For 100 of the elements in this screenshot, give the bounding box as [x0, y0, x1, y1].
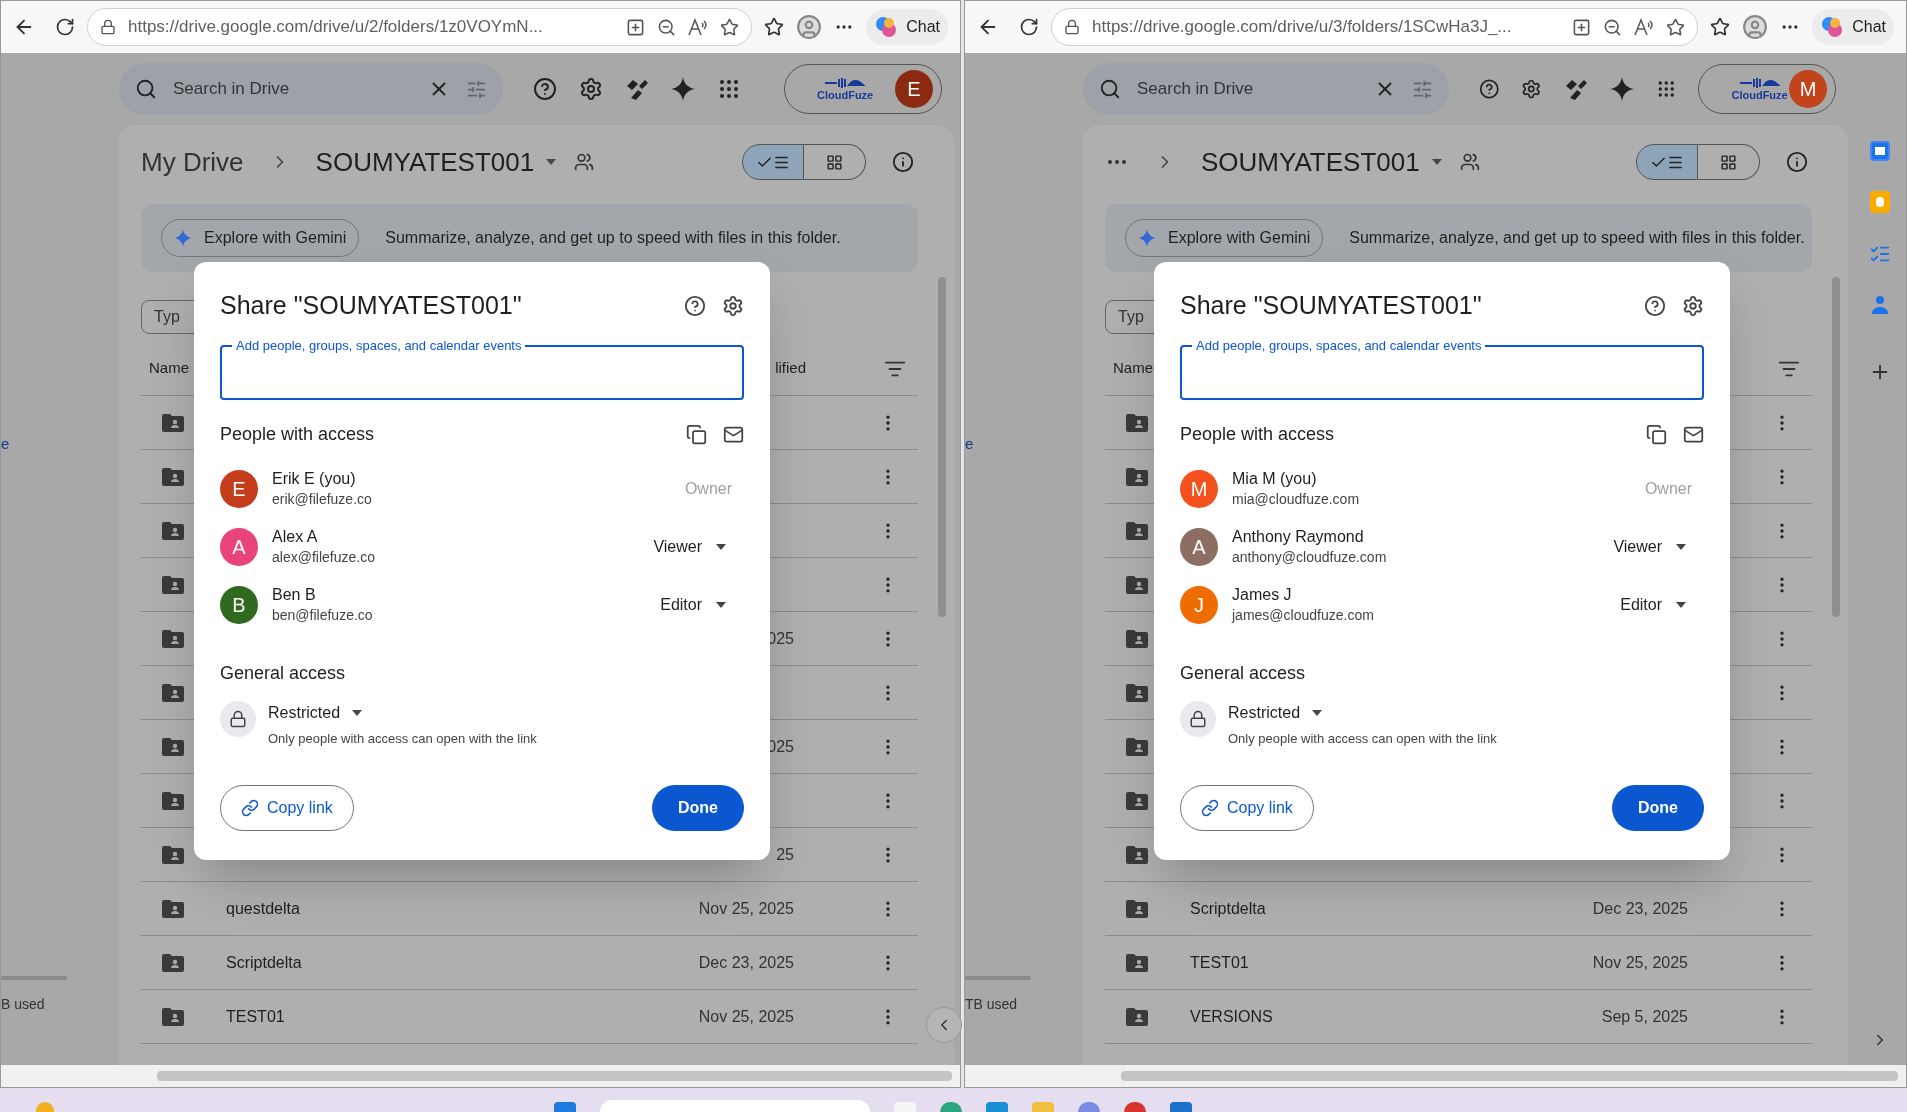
link-icon [241, 798, 259, 817]
scrollbar-thumb[interactable] [1832, 277, 1840, 617]
person-name: Anthony Raymond [1232, 527, 1365, 547]
app-icon[interactable] [626, 17, 646, 37]
file-name[interactable]: VERSIONS [1190, 1004, 1273, 1029]
copilot-icon [1820, 15, 1845, 39]
reload-icon[interactable] [55, 17, 75, 37]
column-header[interactable]: lified [775, 357, 806, 380]
help-icon[interactable] [1479, 77, 1500, 101]
link-icon [1201, 798, 1219, 817]
settings-icon[interactable] [722, 295, 744, 317]
role-text: Owner [1644, 479, 1692, 499]
calendar-icon[interactable] [1870, 141, 1890, 161]
copilot-icon [874, 15, 899, 39]
shared-folder-icon [162, 413, 184, 432]
sparkle-icon [671, 77, 695, 101]
done-button[interactable]: Done [652, 784, 744, 831]
dialog-title: Share "SOUMYATEST001" [220, 290, 523, 322]
address-bar[interactable]: https://drive.google.com/drive/u/3/folders/1SCwHa3J_... [1051, 8, 1699, 46]
gemini-text: Summarize, analyze, and get up to speed with files in this folder. [1349, 228, 1805, 248]
file-name[interactable]: TEST01 [1190, 950, 1249, 975]
folder-title[interactable]: SOUMYATEST001 [1201, 142, 1442, 182]
search-bar[interactable]: Search in Drive [119, 63, 503, 115]
horizontal-scrollbar-thumb[interactable] [157, 1071, 952, 1081]
person-email: mia@cloudfuze.com [1232, 490, 1361, 509]
profile-icon[interactable] [1742, 14, 1769, 40]
taskbar-search-field[interactable] [599, 1100, 870, 1112]
role-dropdown[interactable]: Editor [1620, 593, 1686, 617]
role-dropdown[interactable]: Viewer [1613, 535, 1686, 559]
copy-icon[interactable] [686, 423, 707, 445]
search-bar[interactable]: Search in Drive [1083, 63, 1449, 115]
help-icon[interactable] [1644, 295, 1666, 317]
account-chip[interactable]: CloudFuze E [784, 64, 942, 114]
account-chip[interactable]: CloudFuze M [1698, 64, 1836, 114]
horizontal-scrollbar-thumb[interactable] [1121, 1071, 1898, 1081]
address-bar[interactable]: https://drive.google.com/drive/u/2/folders/1z0VOYmN... [87, 8, 753, 46]
account-avatar[interactable]: M [1789, 70, 1827, 108]
settings-icon[interactable] [1682, 295, 1704, 317]
star-icon[interactable] [1666, 17, 1686, 37]
chat-button[interactable]: Chat [866, 9, 948, 45]
read-aloud-icon[interactable] [688, 18, 709, 36]
favorites-icon[interactable] [764, 17, 785, 37]
taskbar-app-icon[interactable] [985, 1102, 1008, 1112]
sparkle-icon [1609, 77, 1634, 101]
settings-icon[interactable] [579, 77, 603, 101]
chat-button[interactable]: Chat [1812, 9, 1894, 45]
modified-date: Dec 23, 2025 [1592, 898, 1688, 919]
apps-icon[interactable] [717, 77, 741, 101]
search-field[interactable]: Search in Drive [1137, 76, 1358, 102]
shared-folder-icon [1126, 413, 1148, 432]
taskbar-app-icon[interactable] [1169, 1102, 1192, 1112]
file-name[interactable]: Scriptdelta [226, 950, 302, 975]
breadcrumb-link[interactable]: My Drive [141, 142, 244, 182]
search-field[interactable]: Search in Drive [173, 76, 412, 102]
gemini-icon[interactable] [671, 77, 695, 101]
file-name[interactable]: questdelta [226, 896, 300, 921]
start-icon[interactable] [553, 1102, 576, 1112]
sidebar-link[interactable]: e [965, 433, 1083, 456]
profile-icon[interactable] [796, 14, 823, 40]
star-icon[interactable] [720, 17, 740, 37]
sparkle-icon [1138, 229, 1156, 247]
role-dropdown[interactable]: Editor [660, 593, 726, 617]
info-icon[interactable] [892, 151, 914, 173]
zoom-out-icon[interactable] [657, 17, 677, 37]
modified-date: Nov 25, 2025 [698, 898, 794, 919]
list-view-toggle[interactable] [1636, 144, 1698, 180]
person-name: Erik E (you) [272, 469, 357, 489]
help-icon[interactable] [684, 295, 706, 317]
file-name[interactable]: Scriptdelta [1190, 896, 1266, 921]
section-heading: People with access [1180, 422, 1336, 446]
avatar: A [1180, 528, 1218, 566]
access-dropdown[interactable]: Restricted [268, 701, 537, 725]
person-email: alex@filefuze.co [272, 548, 376, 567]
access-dropdown[interactable]: Restricted [1228, 701, 1497, 725]
copy-icon[interactable] [1646, 423, 1667, 445]
read-aloud-icon[interactable] [1634, 18, 1655, 36]
zoom-out-icon[interactable] [1603, 17, 1623, 37]
account-avatar[interactable]: E [895, 70, 933, 108]
scrollbar-thumb[interactable] [938, 277, 946, 617]
favorites-icon[interactable] [1710, 17, 1731, 37]
sidebar-link[interactable]: e [1, 433, 119, 456]
grid-icon [1720, 153, 1737, 171]
gemini-icon[interactable] [1609, 77, 1634, 101]
slanted-shapes-icon[interactable] [625, 78, 649, 100]
access-note: Only people with access can open with the link [1228, 730, 1497, 748]
help-icon[interactable] [533, 77, 557, 101]
taskbar-app-icon[interactable] [1123, 1102, 1146, 1112]
folder-title[interactable]: SOUMYATEST001 [315, 142, 557, 182]
app-icon[interactable] [1572, 17, 1592, 37]
person-email: erik@filefuze.co [272, 490, 373, 509]
file-name[interactable]: TEST01 [226, 1004, 285, 1029]
wave-logo-icon [825, 77, 866, 89]
reload-icon[interactable] [1019, 17, 1039, 37]
role-text: Owner [684, 479, 732, 499]
section-heading: General access [220, 662, 347, 685]
done-button[interactable]: Done [1612, 784, 1704, 831]
list-view-toggle[interactable] [742, 144, 804, 180]
role-dropdown[interactable]: Viewer [653, 535, 726, 559]
info-icon[interactable] [1786, 151, 1808, 173]
settings-icon[interactable] [1521, 77, 1542, 101]
